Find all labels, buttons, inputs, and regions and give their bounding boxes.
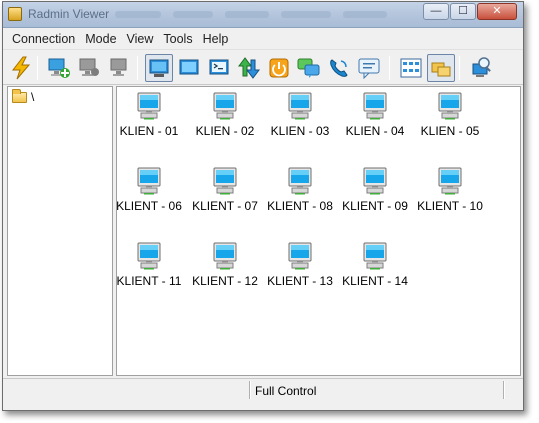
blurred-tab [173,11,213,18]
connect-lightning-icon[interactable] [7,54,35,82]
add-connection-icon[interactable] [45,54,73,82]
host-label: KLIENT - 13 [267,274,333,288]
host-label: KLIEN - 04 [345,124,405,138]
host-label: KLIENT - 14 [342,274,408,288]
menu-help[interactable]: Help [200,32,236,46]
connection-list[interactable]: KLIEN - 01 KLIEN - 02 KLIEN - 03 KLIEN - 04… [116,86,521,376]
host-label: KLIEN - 01 [119,124,179,138]
window-title: Radmin Viewer [28,7,110,21]
send-message-icon[interactable] [355,54,383,82]
host-item[interactable]: KLIENT - 09 [338,166,412,213]
menu-mode[interactable]: Mode [82,32,123,46]
close-button[interactable]: ✕ [477,3,517,20]
host-item[interactable]: KLIENT - 06 [112,166,186,213]
large-icons-view-icon[interactable] [397,54,425,82]
blurred-tab [115,11,161,18]
host-item[interactable]: KLIEN - 02 [188,91,262,138]
text-chat-icon[interactable] [295,54,323,82]
host-item[interactable]: KLIENT - 11 [112,241,186,288]
host-item[interactable]: KLIEN - 05 [413,91,487,138]
host-label: KLIEN - 05 [420,124,480,138]
properties-icon[interactable] [105,54,133,82]
computer-icon [438,92,462,120]
folder-view-icon[interactable] [427,54,455,82]
maximize-button[interactable]: ☐ [450,3,476,20]
host-item[interactable]: KLIENT - 12 [188,241,262,288]
host-label: KLIENT - 09 [342,199,408,213]
disconnect-icon[interactable] [75,54,103,82]
computer-icon [213,242,237,270]
computer-icon [288,92,312,120]
computer-icon [363,92,387,120]
shutdown-icon[interactable] [265,54,293,82]
full-control-icon[interactable] [145,54,173,82]
host-label: KLIEN - 03 [270,124,330,138]
voice-chat-icon[interactable] [325,54,353,82]
host-label: KLIENT - 11 [116,274,182,288]
host-item[interactable]: KLIEN - 03 [263,91,337,138]
host-label: KLIENT - 07 [192,199,258,213]
host-label: KLIENT - 08 [267,199,333,213]
host-label: KLIENT - 10 [417,199,483,213]
status-bar: Full Control [3,378,523,400]
host-item[interactable]: KLIEN - 04 [338,91,412,138]
host-item[interactable]: KLIENT - 07 [188,166,262,213]
computer-icon [213,167,237,195]
computer-icon [213,92,237,120]
host-label: KLIEN - 02 [195,124,255,138]
menu-view[interactable]: View [124,32,161,46]
host-item[interactable]: KLIEN - 01 [112,91,186,138]
computer-icon [137,167,161,195]
blurred-tab [281,11,331,18]
computer-icon [288,167,312,195]
computer-icon [137,242,161,270]
folder-icon [12,88,27,103]
computer-icon [363,242,387,270]
host-label: KLIENT - 06 [116,199,182,213]
search-network-icon[interactable] [467,54,495,82]
radmin-window: Radmin Viewer — ☐ ✕ Connection Mode View… [2,1,524,411]
title-bar[interactable]: Radmin Viewer — ☐ ✕ [3,2,523,28]
radmin-app-icon [8,7,22,21]
computer-icon [137,92,161,120]
blurred-tab [225,11,269,18]
menu-bar: Connection Mode View Tools Help [3,29,523,49]
minimize-button[interactable]: — [423,3,449,20]
tree-root-label: \ [31,90,35,104]
telnet-icon[interactable] [205,54,233,82]
file-transfer-icon[interactable] [235,54,263,82]
view-only-icon[interactable] [175,54,203,82]
host-item[interactable]: KLIENT - 10 [413,166,487,213]
computer-icon [288,242,312,270]
host-item[interactable]: KLIENT - 13 [263,241,337,288]
menu-connection[interactable]: Connection [9,32,82,46]
toolbar [3,49,523,85]
host-label: KLIENT - 12 [192,274,258,288]
host-item[interactable]: KLIENT - 08 [263,166,337,213]
tree-root-item[interactable]: \ [12,88,35,104]
host-item[interactable]: KLIENT - 14 [338,241,412,288]
folder-tree[interactable]: \ [7,86,113,376]
menu-tools[interactable]: Tools [160,32,199,46]
computer-icon [438,167,462,195]
blurred-tab [343,11,387,18]
computer-icon [363,167,387,195]
status-mode: Full Control [255,384,317,398]
